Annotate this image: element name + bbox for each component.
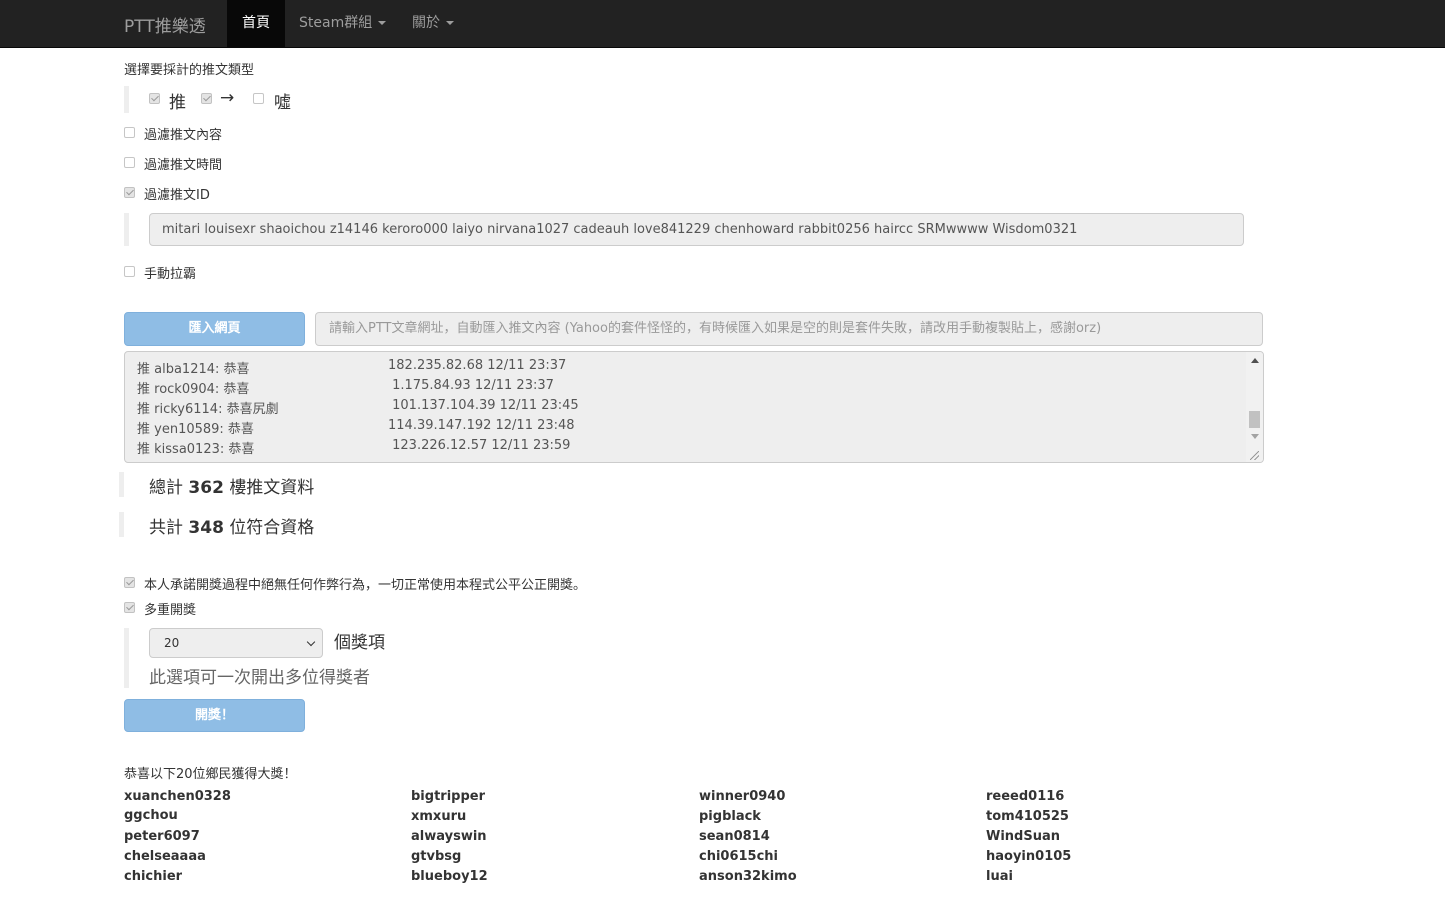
push-type-label-push: 推	[169, 93, 186, 113]
push-log-user: 推 yen10589: 恭喜	[137, 422, 254, 437]
winner-name: tom410525	[986, 809, 1069, 824]
winner-name: anson32kimo	[699, 869, 797, 884]
push-log-meta: 182.235.82.68 12/11 23:37	[388, 358, 567, 373]
winner-name: chichier	[124, 869, 183, 884]
qualified-count-value: 348	[188, 518, 224, 538]
navbar: PTT推樂透 首頁 Steam群組 關於	[0, 0, 1445, 48]
winner-name: gtvbsg	[411, 849, 462, 864]
filter-id-checkbox[interactable]	[124, 187, 135, 198]
prize-count-value: 20	[164, 636, 180, 650]
winner-name: winner0940	[699, 789, 786, 804]
qualified-prefix: 共計	[149, 518, 183, 538]
multi-draw-hint: 此選項可一次開出多位得獎者	[149, 668, 370, 688]
winner-name: xuanchen0328	[124, 789, 231, 804]
prize-unit-label: 個獎項	[334, 633, 385, 653]
winner-name: ggchou	[124, 808, 178, 823]
chevron-down-icon	[378, 21, 387, 25]
brand-logo[interactable]: PTT推樂透	[124, 12, 206, 37]
manual-slot-checkbox[interactable]	[124, 266, 135, 277]
qualified-count: 共計 348 位符合資格	[149, 513, 314, 538]
filter-content-checkbox[interactable]	[124, 127, 135, 138]
chevron-down-icon	[306, 637, 316, 647]
filter-id-label: 過濾推文ID	[144, 188, 210, 203]
filter-id-input[interactable]: mitari louisexr shaoichou z14146 keroro0…	[149, 213, 1244, 246]
push-log-meta: 101.137.104.39 12/11 23:45	[388, 398, 579, 413]
pledge-checkbox[interactable]	[124, 577, 135, 588]
winner-name: sean0814	[699, 829, 770, 844]
quote-bar	[124, 86, 129, 113]
winner-name: reeed0116	[986, 789, 1065, 804]
winner-name: blueboy12	[411, 869, 488, 884]
scroll-down-icon[interactable]	[1251, 434, 1259, 439]
filter-content-label: 過濾推文內容	[144, 128, 223, 143]
push-log-user: 推 alba1214: 恭喜	[137, 362, 250, 377]
push-log-meta: 123.226.12.57 12/11 23:59	[388, 438, 571, 453]
manual-slot-label: 手動拉霸	[144, 267, 197, 282]
push-log-user: 推 ricky6114: 恭喜尻劇	[137, 402, 279, 417]
prize-count-select[interactable]: 20	[149, 628, 323, 658]
nav-steam-label: Steam群組	[299, 15, 373, 31]
winner-name: chelseaaaa	[124, 849, 206, 864]
push-log-user: 推 rock0904: 恭喜	[137, 382, 250, 397]
chevron-down-icon	[446, 21, 454, 25]
push-type-checkbox-arrow[interactable]	[201, 93, 212, 104]
winner-name: chi0615chi	[699, 849, 779, 864]
winner-name: haoyin0105	[986, 849, 1072, 864]
results-title: 恭喜以下20位鄉民獲得大獎！	[124, 767, 297, 782]
winner-name: bigtripper	[411, 789, 485, 804]
winner-name: WindSuan	[986, 829, 1061, 844]
total-push-count: 總計 362 樓推文資料	[149, 473, 314, 498]
nav-about-label: 關於	[412, 15, 440, 31]
push-type-label-boo: 噓	[274, 93, 291, 113]
winner-name: peter6097	[124, 829, 200, 844]
filter-time-label: 過濾推文時間	[144, 158, 223, 173]
winner-name: pigblack	[699, 809, 761, 824]
total-suffix: 樓推文資料	[229, 478, 315, 498]
push-type-checkbox-push[interactable]	[149, 93, 160, 104]
quote-bar	[119, 472, 124, 497]
draw-button[interactable]: 開獎！	[124, 699, 305, 732]
nav-about[interactable]: 關於	[412, 0, 454, 48]
import-page-button[interactable]: 匯入網頁	[124, 312, 305, 346]
resize-grip-icon[interactable]	[1250, 451, 1259, 460]
nav-steam-group[interactable]: Steam群組	[299, 0, 387, 48]
pledge-label: 本人承諾開獎過程中絕無任何作弊行為，一切正常使用本程式公平公正開獎。	[144, 578, 587, 593]
multi-draw-checkbox[interactable]	[124, 602, 135, 613]
scroll-up-icon[interactable]	[1251, 358, 1259, 363]
push-type-title: 選擇要採計的推文類型	[124, 63, 255, 78]
multi-draw-label: 多重開獎	[144, 603, 197, 618]
quote-bar	[124, 213, 129, 246]
filter-time-checkbox[interactable]	[124, 157, 135, 168]
push-type-checkbox-boo[interactable]	[253, 93, 264, 104]
push-log-meta: 1.175.84.93 12/11 23:37	[388, 378, 554, 393]
winner-name: alwayswin	[411, 829, 487, 844]
push-content-textarea[interactable]: 推 alba1214: 恭喜 182.235.82.68 12/11 23:37…	[124, 351, 1264, 463]
scrollbar-thumb[interactable]	[1249, 411, 1260, 428]
article-url-input[interactable]: 請輸入PTT文章網址，自動匯入推文內容 (Yahoo的套件怪怪的，有時候匯入如果…	[315, 312, 1263, 346]
qualified-suffix: 位符合資格	[229, 518, 315, 538]
push-log-user: 推 kissa0123: 恭喜	[137, 442, 255, 457]
quote-bar	[119, 512, 124, 537]
quote-bar	[124, 628, 129, 688]
scrollbar[interactable]	[1246, 352, 1263, 462]
push-log-meta: 114.39.147.192 12/11 23:48	[388, 418, 575, 433]
push-type-label-arrow: →	[220, 88, 235, 108]
total-prefix: 總計	[149, 478, 183, 498]
winner-name: luai	[986, 869, 1013, 884]
nav-home[interactable]: 首頁	[227, 0, 285, 48]
nav-home-label: 首頁	[242, 15, 270, 31]
total-count-value: 362	[188, 478, 224, 498]
winner-name: xmxuru	[411, 809, 467, 824]
